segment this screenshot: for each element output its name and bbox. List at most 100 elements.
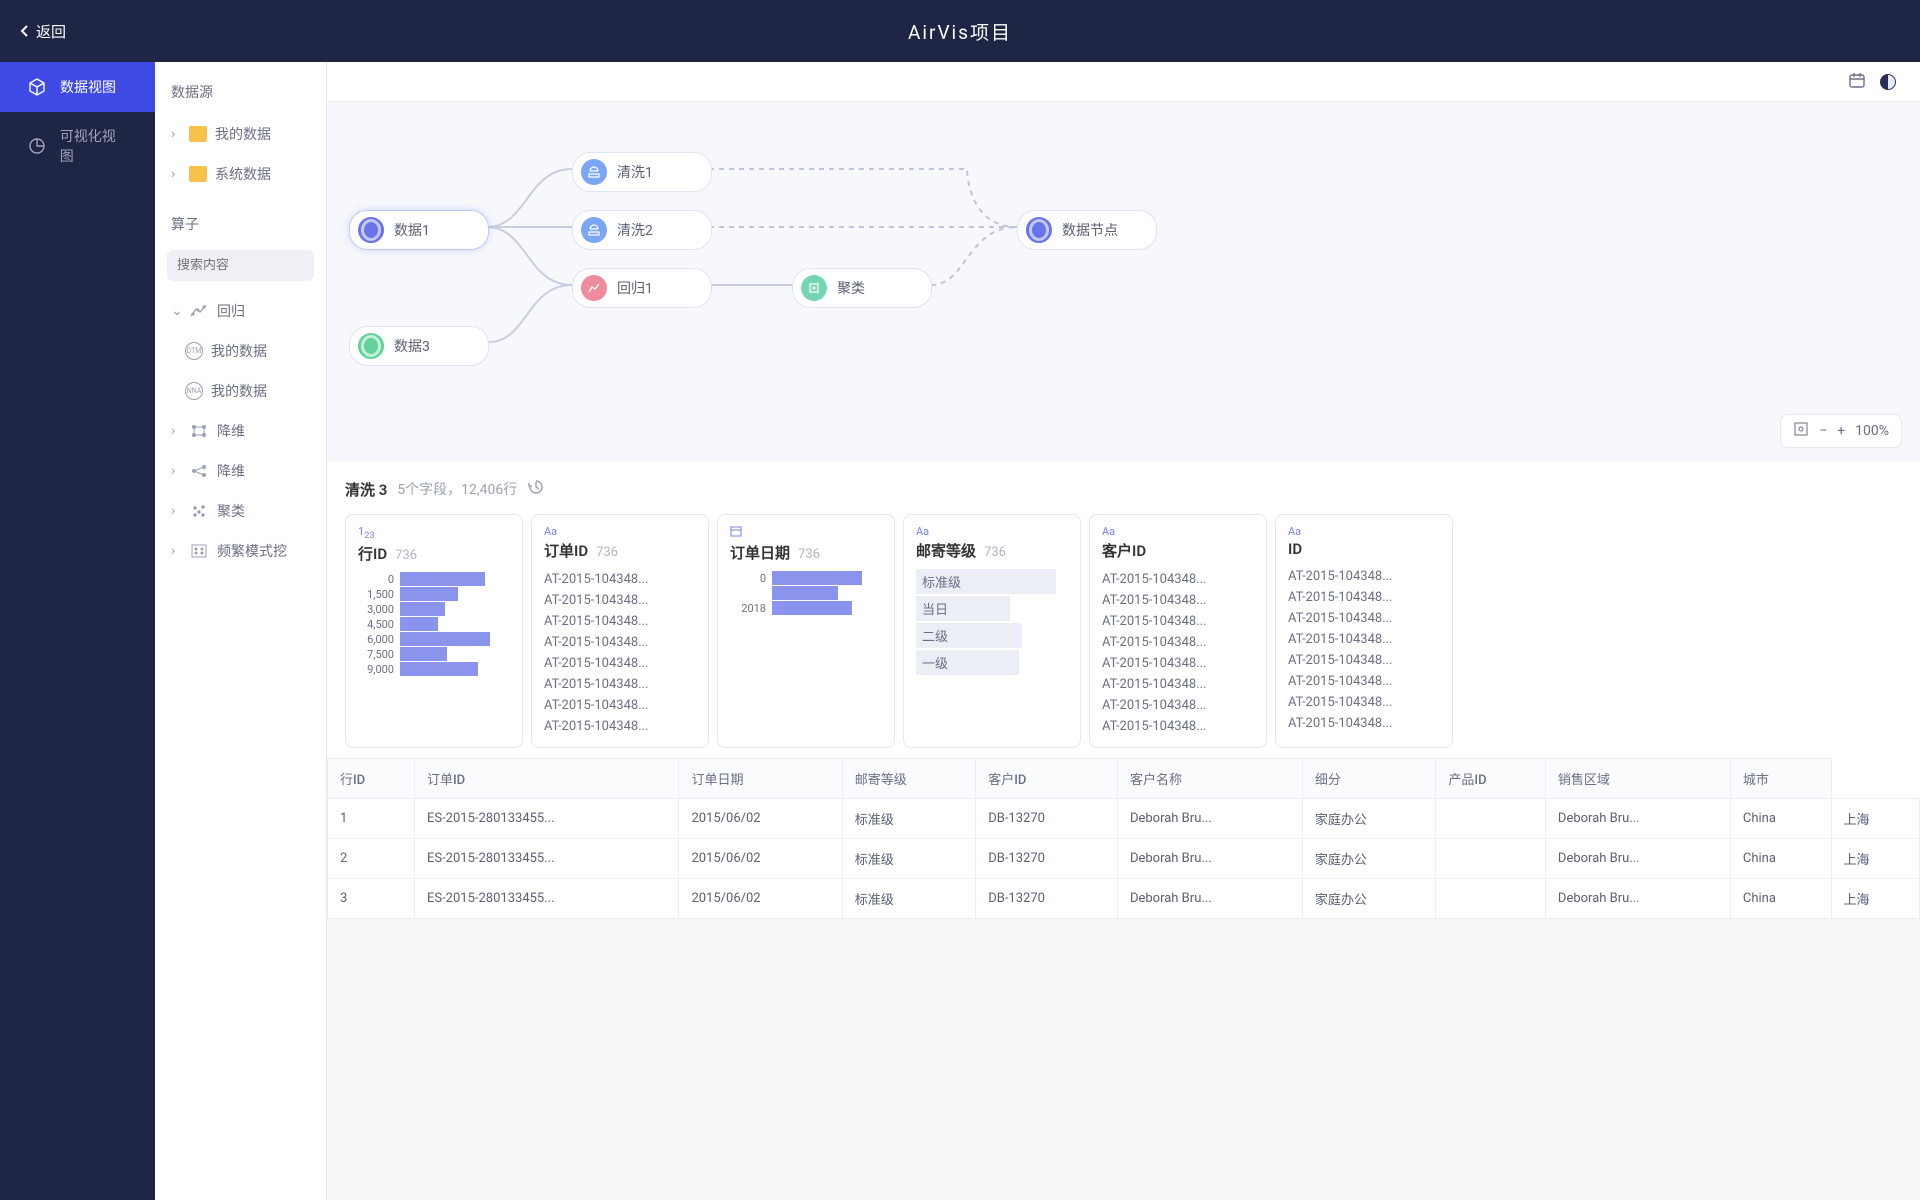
nav-label: 可视化视图 bbox=[60, 126, 129, 166]
table-header-cell[interactable]: 销售区域 bbox=[1545, 759, 1730, 799]
table-cell: 3 bbox=[328, 879, 415, 919]
node-output[interactable]: 数据节点 bbox=[1017, 210, 1157, 250]
table-cell: China bbox=[1730, 879, 1831, 919]
node-cluster[interactable]: 聚类 bbox=[792, 268, 932, 308]
summary-card[interactable]: Aa客户IDAT-2015-104348...AT-2015-104348...… bbox=[1089, 514, 1267, 748]
search-box[interactable] bbox=[167, 250, 314, 281]
summary-cards: 123行ID73601,5003,0004,5006,0007,5009,000… bbox=[345, 514, 1902, 748]
table-cell: 上海 bbox=[1831, 879, 1920, 919]
summary-card[interactable]: 订单日期73602018 bbox=[717, 514, 895, 748]
sidebar-item-regression[interactable]: ⌄ 回归 bbox=[165, 291, 316, 331]
page-title: AirVis项目 bbox=[908, 18, 1012, 45]
table-cell bbox=[1436, 839, 1546, 879]
table-cell: 2015/06/02 bbox=[679, 839, 842, 879]
table-cell: Deborah Bru... bbox=[1117, 879, 1302, 919]
table-cell: ES-2015-280133455... bbox=[414, 799, 678, 839]
flow-canvas[interactable]: 数据1 数据3 清洗1 清洗2 回归1 聚类 bbox=[327, 102, 1920, 462]
save-icon[interactable] bbox=[1848, 71, 1866, 93]
nav-item-viz-view[interactable]: 可视化视图 bbox=[0, 112, 155, 180]
table-cell: 标准级 bbox=[842, 799, 976, 839]
table-row[interactable]: 1ES-2015-280133455...2015/06/02标准级DB-132… bbox=[328, 799, 1920, 839]
table-cell: 上海 bbox=[1831, 839, 1920, 879]
table-cell: DB-13270 bbox=[976, 839, 1118, 879]
table-header-cell[interactable]: 行ID bbox=[328, 759, 415, 799]
table-cell: 2015/06/02 bbox=[679, 879, 842, 919]
table-header-cell[interactable]: 邮寄等级 bbox=[842, 759, 976, 799]
chevron-right-icon: › bbox=[171, 503, 181, 519]
nav-item-data-view[interactable]: 数据视图 bbox=[0, 62, 155, 112]
sidebar-item-dimred1[interactable]: › 降维 bbox=[165, 411, 316, 451]
chevron-right-icon: › bbox=[171, 463, 181, 479]
sidebar-item-my-data[interactable]: › 我的数据 bbox=[165, 114, 316, 154]
app-header: 返回 AirVis项目 bbox=[0, 0, 1920, 62]
nav-label: 数据视图 bbox=[60, 77, 116, 97]
node-label: 回归1 bbox=[617, 278, 653, 298]
zoom-out-button[interactable]: − bbox=[1819, 423, 1827, 439]
table-cell: Deborah Bru... bbox=[1117, 799, 1302, 839]
table-cell: DB-13270 bbox=[976, 879, 1118, 919]
chevron-down-icon: ⌄ bbox=[171, 303, 181, 319]
table-header-cell[interactable]: 客户名称 bbox=[1117, 759, 1302, 799]
sidebar-item-dimred2[interactable]: › 降维 bbox=[165, 451, 316, 491]
data-table: 行ID订单ID订单日期邮寄等级客户ID客户名称细分产品ID销售区域城市 1ES-… bbox=[327, 758, 1920, 919]
table-header-cell[interactable]: 细分 bbox=[1302, 759, 1436, 799]
node-clean1[interactable]: 清洗1 bbox=[572, 152, 712, 192]
nna-badge-icon: NNA bbox=[185, 382, 203, 400]
table-row[interactable]: 2ES-2015-280133455...2015/06/02标准级DB-132… bbox=[328, 839, 1920, 879]
summary-panel: 清洗 3 5个字段，12,406行 123行ID73601,5003,0004,… bbox=[327, 462, 1920, 758]
zoom-control: − + 100% bbox=[1780, 414, 1902, 448]
table-header-cell[interactable]: 客户ID bbox=[976, 759, 1118, 799]
table-cell: 家庭办公 bbox=[1302, 879, 1436, 919]
node-data1[interactable]: 数据1 bbox=[349, 210, 489, 250]
folder-icon bbox=[189, 126, 207, 142]
sidebar-item-label: 我的数据 bbox=[215, 124, 271, 144]
data-node-icon bbox=[358, 333, 384, 359]
grid-dots-icon bbox=[189, 542, 209, 560]
regression-node-icon bbox=[581, 275, 607, 301]
node-reg1[interactable]: 回归1 bbox=[572, 268, 712, 308]
zoom-in-button[interactable]: + bbox=[1837, 423, 1845, 439]
section-title-datasource: 数据源 bbox=[165, 76, 316, 114]
table-cell: ES-2015-280133455... bbox=[414, 839, 678, 879]
sidebar-subitem-nna[interactable]: NNA 我的数据 bbox=[179, 371, 316, 411]
sidebar-item-system-data[interactable]: › 系统数据 bbox=[165, 154, 316, 194]
table-cell: 标准级 bbox=[842, 879, 976, 919]
summary-card[interactable]: Aa订单ID736AT-2015-104348...AT-2015-104348… bbox=[531, 514, 709, 748]
table-header-cell[interactable]: 订单ID bbox=[414, 759, 678, 799]
sidebar-item-label: 降维 bbox=[217, 461, 245, 481]
sidebar-subitem-dtm[interactable]: DTM 我的数据 bbox=[179, 331, 316, 371]
table-header-row: 行ID订单ID订单日期邮寄等级客户ID客户名称细分产品ID销售区域城市 bbox=[328, 759, 1920, 799]
table-row[interactable]: 3ES-2015-280133455...2015/06/02标准级DB-132… bbox=[328, 879, 1920, 919]
sidebar: 数据源 › 我的数据 › 系统数据 算子 ⌄ 回归 DTM 我的数据 bbox=[155, 62, 327, 1200]
table-header-cell[interactable]: 订单日期 bbox=[679, 759, 842, 799]
clean-node-icon bbox=[581, 159, 607, 185]
table-header-cell[interactable]: 城市 bbox=[1730, 759, 1831, 799]
sidebar-item-label: 频繁模式挖 bbox=[217, 541, 287, 561]
table-cell: 家庭办公 bbox=[1302, 799, 1436, 839]
theme-toggle-icon[interactable] bbox=[1880, 74, 1896, 90]
sidebar-item-fpm[interactable]: › 频繁模式挖 bbox=[165, 531, 316, 571]
chevron-right-icon: › bbox=[171, 166, 181, 182]
regression-icon bbox=[189, 302, 209, 320]
summary-card[interactable]: Aa邮寄等级736标准级当日二级一级 bbox=[903, 514, 1081, 748]
table-body: 1ES-2015-280133455...2015/06/02标准级DB-132… bbox=[328, 799, 1920, 919]
node-clean2[interactable]: 清洗2 bbox=[572, 210, 712, 250]
tree-icon bbox=[189, 422, 209, 440]
summary-card[interactable]: 123行ID73601,5003,0004,5006,0007,5009,000 bbox=[345, 514, 523, 748]
sidebar-item-cluster[interactable]: › 聚类 bbox=[165, 491, 316, 531]
summary-name: 清洗 3 bbox=[345, 479, 387, 500]
search-input[interactable] bbox=[177, 258, 327, 273]
branch-icon bbox=[189, 462, 209, 480]
dtm-badge-icon: DTM bbox=[185, 342, 203, 360]
table-header-cell[interactable]: 产品ID bbox=[1436, 759, 1546, 799]
summary-card[interactable]: AaIDAT-2015-104348...AT-2015-104348...AT… bbox=[1275, 514, 1453, 748]
history-icon[interactable] bbox=[527, 478, 545, 500]
node-data3[interactable]: 数据3 bbox=[349, 326, 489, 366]
left-nav: 数据视图 可视化视图 bbox=[0, 62, 155, 1200]
table-cell: 2015/06/02 bbox=[679, 799, 842, 839]
table-cell: Deborah Bru... bbox=[1545, 839, 1730, 879]
sidebar-item-label: 我的数据 bbox=[211, 381, 267, 401]
table-cell: China bbox=[1730, 799, 1831, 839]
fit-icon[interactable] bbox=[1793, 421, 1809, 441]
back-button[interactable]: 返回 bbox=[0, 21, 66, 42]
